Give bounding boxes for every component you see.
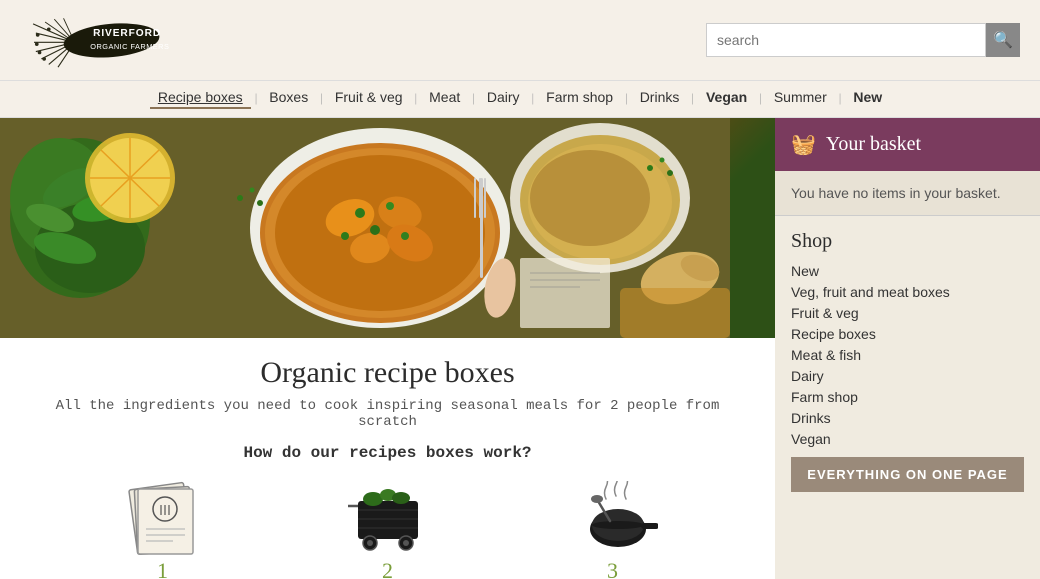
logo-area: RIVERFORD ORGANIC FARMERS	[20, 10, 240, 70]
navigation: Recipe boxes | Boxes | Fruit & veg | Mea…	[0, 81, 1040, 118]
nav-item-drinks[interactable]: Drinks	[632, 89, 688, 105]
shop-link-item: Meat & fish	[791, 347, 1024, 363]
logo: RIVERFORD ORGANIC FARMERS	[20, 10, 240, 70]
step-3-icon	[568, 478, 658, 558]
shop-link-farm-shop[interactable]: Farm shop	[791, 389, 858, 405]
shop-link-veg-boxes[interactable]: Veg, fruit and meat boxes	[791, 284, 950, 300]
nav-item-meat[interactable]: Meat	[421, 89, 468, 105]
basket-empty-message: You have no items in your basket.	[791, 185, 1001, 201]
steps-container: 1	[30, 478, 745, 579]
content-left: Organic recipe boxes All the ingredients…	[0, 118, 775, 579]
shop-link-dairy[interactable]: Dairy	[791, 368, 824, 384]
subtitle: All the ingredients you need to cook ins…	[30, 398, 745, 430]
search-button[interactable]: 🔍	[986, 23, 1020, 57]
step-2: 2	[298, 478, 478, 579]
shop-link-item: New	[791, 263, 1024, 279]
shop-link-item: Veg, fruit and meat boxes	[791, 284, 1024, 300]
nav-item-summer[interactable]: Summer	[766, 89, 835, 105]
shop-section: Shop New Veg, fruit and meat boxes Fruit…	[775, 216, 1040, 506]
svg-text:RIVERFORD: RIVERFORD	[93, 28, 161, 39]
how-title: How do our recipes boxes work?	[30, 444, 745, 462]
text-section: Organic recipe boxes All the ingredients…	[0, 338, 775, 579]
nav-item-vegan[interactable]: Vegan	[698, 89, 755, 105]
search-icon: 🔍	[993, 30, 1013, 50]
hero-image	[0, 118, 775, 338]
everything-button[interactable]: EVERYTHING ON ONE PAGE	[791, 457, 1024, 492]
step-3-number: 3	[607, 558, 618, 579]
nav-item-new[interactable]: New	[845, 89, 890, 105]
pan-svg	[568, 481, 658, 556]
nav-item-dairy[interactable]: Dairy	[479, 89, 528, 105]
shop-link-item: Drinks	[791, 410, 1024, 426]
nav-item-farm-shop[interactable]: Farm shop	[538, 89, 621, 105]
shop-link-meat-fish[interactable]: Meat & fish	[791, 347, 861, 363]
hero-image-svg	[0, 118, 730, 338]
step-1-number: 1	[157, 558, 168, 579]
shop-link-item: Vegan	[791, 431, 1024, 447]
nav-item-recipe-boxes[interactable]: Recipe boxes	[150, 89, 251, 105]
shop-link-item: Fruit & veg	[791, 305, 1024, 321]
shop-link-vegan[interactable]: Vegan	[791, 431, 831, 447]
basket-icon: 🧺	[791, 132, 816, 157]
search-input[interactable]	[706, 23, 986, 57]
sidebar: 🧺 Your basket You have no items in your …	[775, 118, 1040, 579]
shop-link-item: Dairy	[791, 368, 1024, 384]
basket-header: 🧺 Your basket	[775, 118, 1040, 171]
shop-link-recipe-boxes[interactable]: Recipe boxes	[791, 326, 876, 342]
shop-link-item: Farm shop	[791, 389, 1024, 405]
main-content: Organic recipe boxes All the ingredients…	[0, 118, 1040, 579]
shop-link-fruit-veg[interactable]: Fruit & veg	[791, 305, 859, 321]
basket-body: You have no items in your basket.	[775, 171, 1040, 216]
step-2-number: 2	[382, 558, 393, 579]
search-area: 🔍	[706, 23, 1020, 57]
nav-item-boxes[interactable]: Boxes	[261, 89, 316, 105]
step-1: 1	[73, 478, 253, 579]
shop-links: New Veg, fruit and meat boxes Fruit & ve…	[791, 263, 1024, 447]
svg-text:ORGANIC FARMERS: ORGANIC FARMERS	[90, 42, 169, 51]
basket-title: Your basket	[826, 133, 921, 156]
header: RIVERFORD ORGANIC FARMERS 🔍	[0, 0, 1040, 81]
step-1-icon	[118, 478, 208, 558]
shop-link-item: Recipe boxes	[791, 326, 1024, 342]
shop-link-drinks[interactable]: Drinks	[791, 410, 831, 426]
step-2-icon	[343, 478, 433, 558]
shop-link-new[interactable]: New	[791, 263, 819, 279]
nav-item-fruit-veg[interactable]: Fruit & veg	[327, 89, 411, 105]
main-title: Organic recipe boxes	[30, 356, 745, 390]
shop-title: Shop	[791, 230, 1024, 253]
recipe-cards-svg	[118, 481, 208, 556]
step-3: 3	[523, 478, 703, 579]
cart-svg	[343, 481, 433, 556]
